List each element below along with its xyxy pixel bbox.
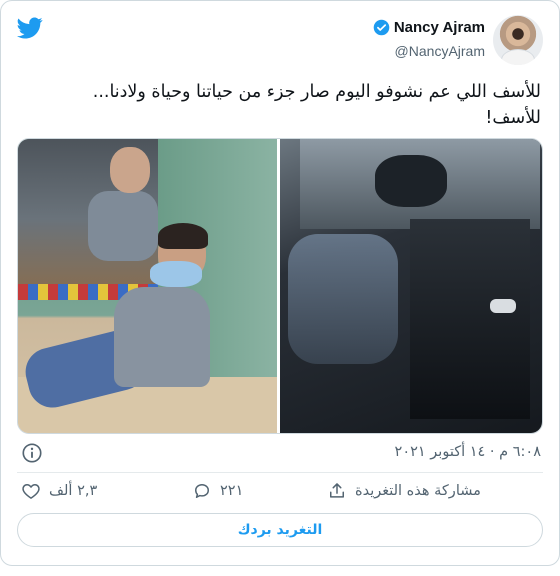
user-handle[interactable]: @NancyAjram <box>395 43 485 59</box>
media-grid <box>17 138 543 434</box>
tweet-text: للأسف اللي عم نشوفو اليوم صار جزء من حيا… <box>92 82 541 128</box>
read-replies-button[interactable]: التغريد بردك <box>17 513 543 547</box>
avatar-figure <box>501 49 535 65</box>
photo-detail <box>410 219 530 419</box>
share-icon <box>330 483 344 498</box>
tweet-card: Nancy Ajram @NancyAjram للأسف اللي عم نش… <box>0 0 560 566</box>
photo-detail <box>490 299 516 313</box>
divider <box>17 472 543 473</box>
photo-children-classroom[interactable] <box>18 139 277 433</box>
photo-car-reflection[interactable] <box>280 139 542 433</box>
photo-detail <box>158 223 208 249</box>
timestamp[interactable]: ٦:٠٨ م · ١٤ أكتوبر ٢٠٢١ <box>395 444 541 460</box>
like-count: ٢,٣ ألف <box>49 483 98 499</box>
photo-detail <box>110 147 150 193</box>
photo-detail <box>114 287 210 387</box>
reply-bubble-icon <box>195 484 209 498</box>
heart-icon <box>22 484 40 499</box>
display-name[interactable]: Nancy Ajram <box>394 19 485 36</box>
reply-count: ٢٢١ <box>220 483 244 499</box>
like-button[interactable]: ٢,٣ ألف <box>21 481 97 501</box>
avatar[interactable] <box>493 15 543 65</box>
photo-detail <box>150 261 202 287</box>
info-icon[interactable] <box>21 442 43 464</box>
share-button[interactable]: مشاركة هذه التغريدة <box>327 481 481 501</box>
share-label: مشاركة هذه التغريدة <box>355 483 481 499</box>
action-bar: ٢,٣ ألف ٢٢١ مشاركة هذه التغريدة <box>17 481 541 507</box>
author-name-row[interactable]: Nancy Ajram <box>373 19 485 36</box>
photo-detail <box>88 191 158 261</box>
twitter-bird-icon[interactable] <box>15 15 45 41</box>
photo-detail <box>375 155 447 207</box>
photo-detail <box>288 234 398 364</box>
verified-badge-icon <box>373 19 390 36</box>
reply-button[interactable]: ٢٢١ <box>192 481 243 501</box>
timestamp-row: ٦:٠٨ م · ١٤ أكتوبر ٢٠٢١ <box>19 442 541 464</box>
